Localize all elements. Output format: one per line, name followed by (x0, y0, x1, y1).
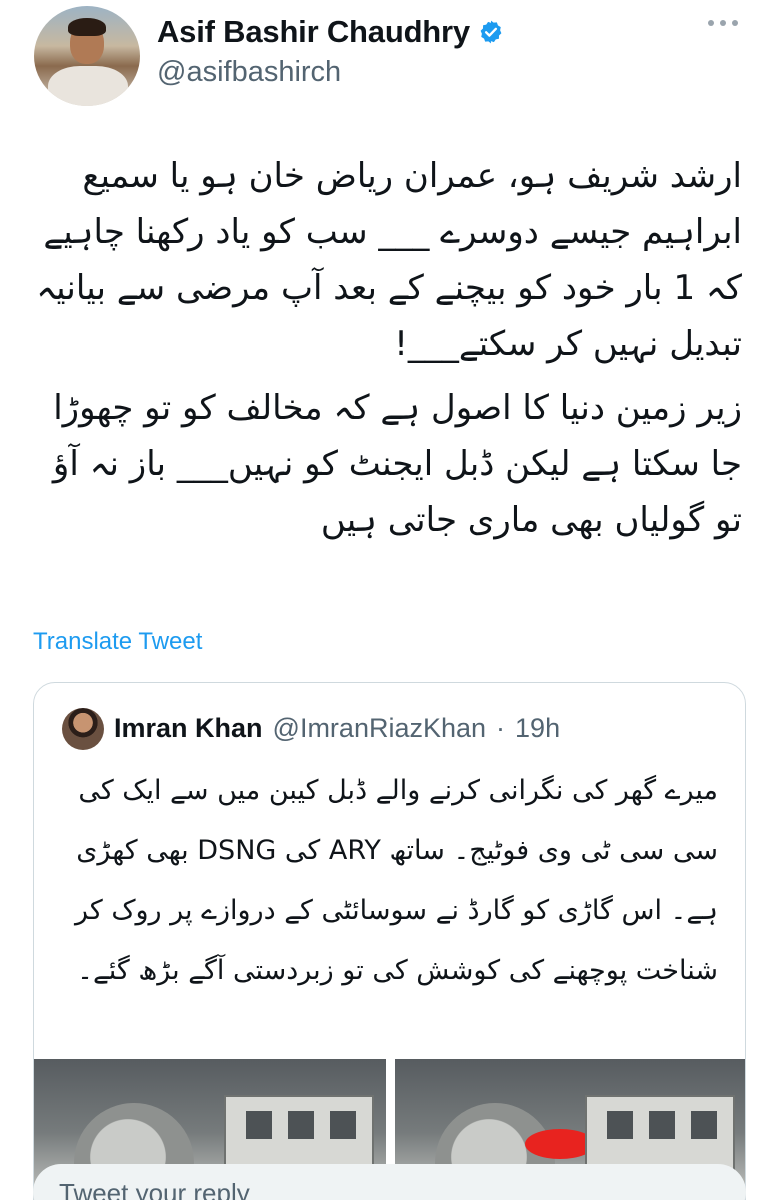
van-shape (224, 1095, 374, 1175)
more-options-icon[interactable] (708, 20, 738, 26)
quoted-timestamp: 19h (515, 713, 561, 743)
quoted-author-name: Imran Khan (114, 713, 263, 743)
author-avatar[interactable] (34, 6, 140, 106)
verified-badge-icon (480, 20, 502, 44)
tweet-paragraph: زیر زمین دنیا کا اصول ہے کہ مخالف کو تو … (52, 388, 742, 540)
quoted-tweet-header: Imran Khan @ImranRiazKhan · 19h (114, 713, 560, 744)
tweet-paragraph: ارشد شریف ہو، عمران ریاض خان ہو یا سمیع … (36, 156, 742, 364)
quoted-author-handle: @ImranRiazKhan (272, 713, 487, 743)
quoted-tweet-card[interactable]: Imran Khan @ImranRiazKhan · 19h میرے گھر… (33, 682, 746, 1200)
tweet-text: ارشد شریف ہو، عمران ریاض خان ہو یا سمیع … (30, 148, 742, 556)
quoted-separator: · (496, 713, 506, 743)
author-display-name[interactable]: Asif Bashir Chaudhry (157, 14, 470, 50)
author-handle[interactable]: @asifbashirch (157, 56, 341, 89)
reply-placeholder: Tweet your reply (59, 1178, 250, 1200)
quoted-tweet-text: میرے گھر کی نگرانی کرنے والے ڈبل کیبن می… (75, 775, 718, 986)
reply-input[interactable]: Tweet your reply (33, 1164, 746, 1200)
tweet-header: Asif Bashir Chaudhry @asifbashirch (0, 0, 779, 120)
author-name-row: Asif Bashir Chaudhry (157, 14, 504, 50)
van-shape (585, 1095, 735, 1175)
quoted-author-avatar (62, 708, 104, 750)
translate-tweet-link[interactable]: Translate Tweet (33, 628, 202, 656)
